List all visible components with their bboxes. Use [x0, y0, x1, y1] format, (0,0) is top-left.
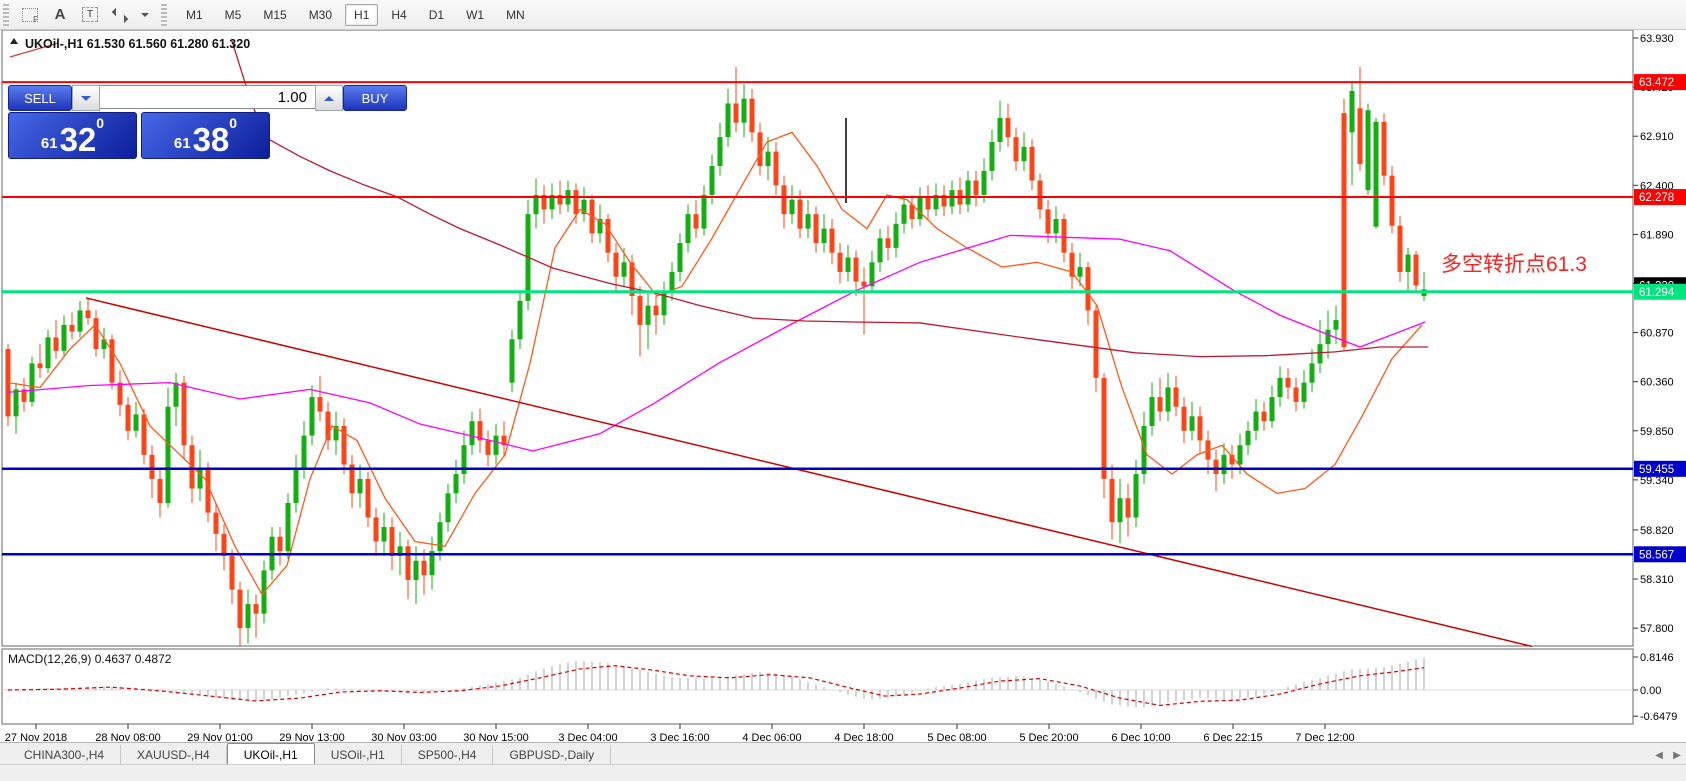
- svg-text:30 Nov 03:00: 30 Nov 03:00: [371, 732, 436, 742]
- svg-text:30 Nov 15:00: 30 Nov 15:00: [463, 732, 528, 742]
- svg-text:57.800: 57.800: [1640, 623, 1674, 635]
- tab-sp500h4[interactable]: SP500-,H4: [402, 745, 494, 765]
- svg-text:28 Nov 08:00: 28 Nov 08:00: [95, 732, 160, 742]
- chart-annotation: 多空转折点61.3: [1441, 253, 1587, 276]
- buy-price-panel[interactable]: 61 38 0: [141, 112, 270, 159]
- tab-xauusdh4[interactable]: XAUUSD-,H4: [121, 745, 227, 765]
- svg-text:3 Dec 04:00: 3 Dec 04:00: [558, 732, 617, 742]
- one-click-trade-panel: SELL BUY 61 32 0 61 38 0: [8, 85, 407, 159]
- timeframe-button-m30[interactable]: M30: [300, 4, 341, 26]
- svg-text:60.870: 60.870: [1640, 328, 1674, 340]
- timeframe-button-m1[interactable]: M1: [177, 4, 212, 26]
- timeframe-button-h1[interactable]: H1: [345, 3, 379, 26]
- toolbar-drag-handle[interactable]: [3, 3, 9, 26]
- timeframe-group: M1 M5 M15 M30 H1 H4 D1 W1 MN: [175, 3, 536, 26]
- tab-china300h4[interactable]: CHINA300-,H4: [8, 745, 122, 765]
- status-bar: [0, 764, 1686, 781]
- svg-text:6 Dec 10:00: 6 Dec 10:00: [1111, 732, 1170, 742]
- svg-text:0.00: 0.00: [1640, 685, 1661, 697]
- svg-text:4 Dec 18:00: 4 Dec 18:00: [834, 732, 893, 742]
- font-a-icon[interactable]: A: [47, 3, 73, 27]
- buy-price-sup: 0: [229, 115, 238, 131]
- svg-text:59.850: 59.850: [1640, 426, 1674, 438]
- toolbar-separator: [161, 3, 167, 26]
- timeframe-button-m15[interactable]: M15: [254, 4, 295, 26]
- svg-text:4 Dec 06:00: 4 Dec 06:00: [742, 732, 801, 742]
- chart-tab-bar: CHINA300-,H4 XAUUSD-,H4 UKOil-,H1 USOil-,H1…: [0, 742, 1686, 765]
- svg-text:27 Nov 2018: 27 Nov 2018: [5, 732, 67, 742]
- tab-ukoilh1[interactable]: UKOil-,H1: [226, 743, 315, 765]
- svg-text:63.930: 63.930: [1640, 33, 1674, 45]
- toolbar: F A T M1 M5 M15 M30 H1 H4 D1 W1 MN: [0, 0, 1686, 30]
- svg-text:6 Dec 22:15: 6 Dec 22:15: [1203, 732, 1262, 742]
- chevron-down-icon[interactable]: [137, 3, 151, 27]
- sell-price-small: 61: [40, 135, 58, 152]
- svg-text:58.310: 58.310: [1640, 574, 1674, 586]
- timeframe-button-m5[interactable]: M5: [216, 4, 251, 26]
- volume-increase-button[interactable]: [315, 85, 343, 111]
- sell-price-panel[interactable]: 61 32 0: [8, 112, 137, 159]
- svg-text:58.820: 58.820: [1640, 525, 1674, 537]
- volume-input[interactable]: [100, 85, 315, 109]
- svg-text:63.472: 63.472: [1639, 77, 1674, 89]
- tab-gbpusddaily[interactable]: GBPUSD-,Daily: [493, 745, 612, 765]
- timeframe-button-w1[interactable]: W1: [457, 4, 493, 26]
- svg-text:61.294: 61.294: [1639, 287, 1675, 299]
- sell-price-big: 32: [59, 121, 97, 158]
- svg-text:60.360: 60.360: [1640, 377, 1674, 389]
- tab-scroll-right[interactable]: ▶: [1668, 750, 1686, 765]
- svg-text:62.910: 62.910: [1640, 131, 1674, 143]
- svg-text:29 Nov 13:00: 29 Nov 13:00: [279, 732, 344, 742]
- tab-scroll-left[interactable]: ◀: [1650, 750, 1668, 765]
- svg-text:58.567: 58.567: [1639, 549, 1674, 561]
- symbol-header: UKOil-,H1 61.530 61.560 61.280 61.320: [25, 37, 250, 51]
- buy-price-big: 38: [192, 121, 230, 158]
- svg-text:5 Dec 20:00: 5 Dec 20:00: [1019, 732, 1078, 742]
- svg-text:5 Dec 08:00: 5 Dec 08:00: [927, 732, 986, 742]
- timeframe-button-h4[interactable]: H4: [382, 4, 415, 26]
- svg-text:29 Nov 01:00: 29 Nov 01:00: [187, 732, 252, 742]
- svg-text:0.8146: 0.8146: [1640, 652, 1674, 664]
- svg-text:62.278: 62.278: [1639, 192, 1674, 204]
- sell-button[interactable]: SELL: [8, 85, 72, 111]
- timeframe-button-mn[interactable]: MN: [497, 4, 534, 26]
- text-label-icon[interactable]: T: [77, 3, 103, 27]
- buy-button[interactable]: BUY: [343, 85, 407, 111]
- chart-window: 63.93063.42062.91062.40061.89061.38060.8…: [0, 29, 1686, 744]
- chart-grid-icon[interactable]: F: [17, 3, 43, 27]
- tab-usoilh1[interactable]: USOil-,H1: [315, 745, 402, 765]
- svg-text:3 Dec 16:00: 3 Dec 16:00: [650, 732, 709, 742]
- svg-text:7 Dec 12:00: 7 Dec 12:00: [1295, 732, 1354, 742]
- cursor-tools-icon[interactable]: [107, 3, 133, 27]
- svg-text:61.890: 61.890: [1640, 229, 1674, 241]
- sell-price-sup: 0: [96, 115, 105, 131]
- buy-price-small: 61: [173, 135, 191, 152]
- mt4-terminal: F A T M1M5M15M30H1H4D1W1MN 63.93063.4206…: [0, 0, 1686, 781]
- svg-text:59.455: 59.455: [1639, 464, 1674, 476]
- timeframe-button-d1[interactable]: D1: [420, 4, 453, 26]
- macd-label: MACD(12,26,9) 0.4637 0.4872: [8, 652, 172, 666]
- svg-text:-0.6479: -0.6479: [1640, 711, 1677, 723]
- volume-decrease-button[interactable]: [72, 85, 100, 111]
